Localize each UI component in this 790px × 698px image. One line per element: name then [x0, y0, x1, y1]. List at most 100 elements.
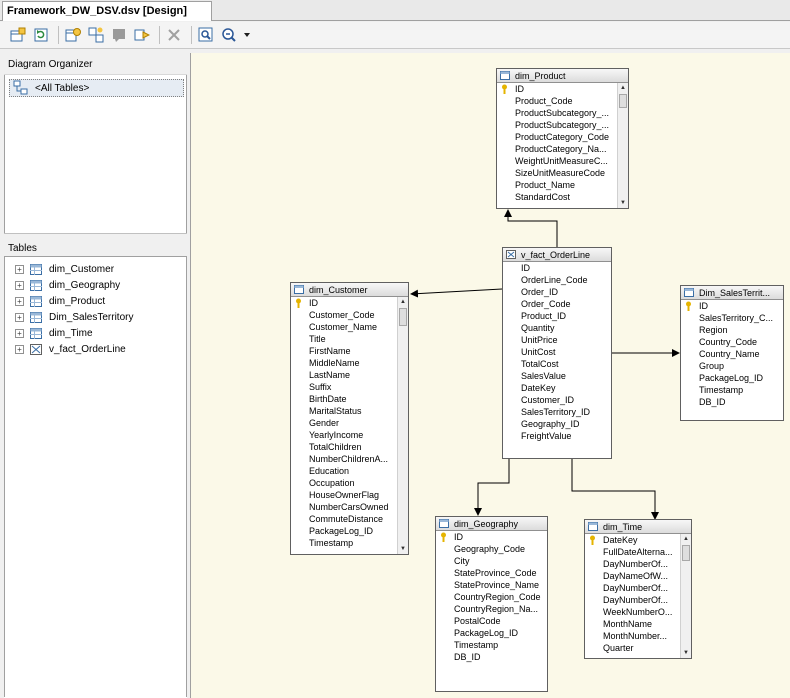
- column-row[interactable]: DayNameOfW...: [585, 570, 691, 582]
- column-row[interactable]: Product_Code: [497, 95, 628, 107]
- column-row[interactable]: PackageLog_ID: [681, 372, 783, 384]
- column-row[interactable]: YearlyIncome: [291, 429, 408, 441]
- column-row[interactable]: CommuteDistance: [291, 513, 408, 525]
- column-row[interactable]: ID: [436, 531, 547, 543]
- column-row[interactable]: ID: [503, 262, 611, 274]
- column-row[interactable]: SalesTerritory_C...: [681, 312, 783, 324]
- column-row[interactable]: FullDateAlterna...: [585, 546, 691, 558]
- column-row[interactable]: Geography_Code: [436, 543, 547, 555]
- column-row[interactable]: DayNumberOf...: [585, 558, 691, 570]
- add-remove-tables-icon[interactable]: [8, 25, 28, 45]
- column-row[interactable]: WeekNumberO...: [585, 606, 691, 618]
- diagram-item-all-tables[interactable]: <All Tables>: [9, 79, 184, 97]
- expand-icon[interactable]: +: [15, 264, 24, 274]
- delete-icon[interactable]: [164, 25, 184, 45]
- column-row[interactable]: DB_ID: [436, 651, 547, 663]
- table-title-bar[interactable]: dim_Geography: [436, 517, 547, 531]
- table-scrollbar[interactable]: ▲ ▼: [397, 297, 408, 554]
- zoom-icon[interactable]: [219, 25, 239, 45]
- column-row[interactable]: ProductSubcategory_...: [497, 107, 628, 119]
- column-row[interactable]: Group: [681, 360, 783, 372]
- refresh-icon[interactable]: [31, 25, 51, 45]
- column-row[interactable]: OrderLine_Code: [503, 274, 611, 286]
- expand-icon[interactable]: +: [15, 280, 24, 290]
- column-row[interactable]: SalesTerritory_ID: [503, 406, 611, 418]
- scroll-thumb[interactable]: [399, 308, 407, 326]
- column-row[interactable]: Country_Name: [681, 348, 783, 360]
- scroll-up-icon[interactable]: ▲: [398, 297, 408, 307]
- expand-icon[interactable]: +: [15, 328, 24, 338]
- column-row[interactable]: Quantity: [503, 322, 611, 334]
- new-relationship-icon[interactable]: [86, 25, 106, 45]
- table-title-bar[interactable]: v_fact_OrderLine: [503, 248, 611, 262]
- column-row[interactable]: HouseOwnerFlag: [291, 489, 408, 501]
- column-row[interactable]: CountryRegion_Code: [436, 591, 547, 603]
- column-row[interactable]: Customer_ID: [503, 394, 611, 406]
- table-box-dim-time[interactable]: dim_Time DateKey FullDateAlterna... DayN…: [584, 519, 692, 659]
- scroll-down-icon[interactable]: ▼: [681, 648, 691, 658]
- column-row[interactable]: Geography_ID: [503, 418, 611, 430]
- column-row[interactable]: PackageLog_ID: [291, 525, 408, 537]
- column-row[interactable]: ProductCategory_Na...: [497, 143, 628, 155]
- column-row[interactable]: StateProvince_Code: [436, 567, 547, 579]
- column-row[interactable]: LastName: [291, 369, 408, 381]
- table-box-dim-geography[interactable]: dim_Geography ID Geography_Code City Sta…: [435, 516, 548, 692]
- expand-icon[interactable]: +: [15, 312, 24, 322]
- tree-item-dim-customer[interactable]: + dim_Customer: [5, 261, 186, 277]
- column-row[interactable]: Timestamp: [291, 537, 408, 549]
- column-row[interactable]: NumberChildrenA...: [291, 453, 408, 465]
- column-row[interactable]: Gender: [291, 417, 408, 429]
- column-row[interactable]: TotalCost: [503, 358, 611, 370]
- table-box-dim-salesterritory[interactable]: Dim_SalesTerrit... ID SalesTerritory_C..…: [680, 285, 784, 421]
- expand-icon[interactable]: +: [15, 296, 24, 306]
- column-row[interactable]: Product_Name: [497, 179, 628, 191]
- table-box-dim-product[interactable]: dim_Product ID Product_Code ProductSubca…: [496, 68, 629, 209]
- column-row[interactable]: Order_ID: [503, 286, 611, 298]
- table-scrollbar[interactable]: ▲ ▼: [617, 83, 628, 208]
- column-row[interactable]: StandardCost: [497, 191, 628, 203]
- column-row[interactable]: Title: [291, 333, 408, 345]
- tree-item-dim-time[interactable]: + dim_Time: [5, 325, 186, 341]
- column-row[interactable]: Product_ID: [503, 310, 611, 322]
- diagram-canvas[interactable]: dim_Product ID Product_Code ProductSubca…: [190, 53, 790, 698]
- column-row[interactable]: FirstName: [291, 345, 408, 357]
- column-row[interactable]: SizeUnitMeasureCode: [497, 167, 628, 179]
- column-row[interactable]: BirthDate: [291, 393, 408, 405]
- tree-item-dim-salesterritory[interactable]: + Dim_SalesTerritory: [5, 309, 186, 325]
- scroll-thumb[interactable]: [682, 545, 690, 561]
- column-row[interactable]: City: [436, 555, 547, 567]
- column-row[interactable]: DayNumberOf...: [585, 582, 691, 594]
- document-tab[interactable]: Framework_DW_DSV.dsv [Design]: [2, 1, 212, 21]
- new-diagram-icon[interactable]: [109, 25, 129, 45]
- column-row[interactable]: Education: [291, 465, 408, 477]
- column-row[interactable]: Order_Code: [503, 298, 611, 310]
- column-row[interactable]: FreightValue: [503, 430, 611, 442]
- scroll-thumb[interactable]: [619, 94, 627, 108]
- dropdown-arrow-icon[interactable]: [242, 25, 252, 45]
- scroll-up-icon[interactable]: ▲: [681, 534, 691, 544]
- table-title-bar[interactable]: Dim_SalesTerrit...: [681, 286, 783, 300]
- column-row[interactable]: ID: [681, 300, 783, 312]
- scroll-up-icon[interactable]: ▲: [618, 83, 628, 93]
- column-row[interactable]: Timestamp: [436, 639, 547, 651]
- column-row[interactable]: Customer_Name: [291, 321, 408, 333]
- column-row[interactable]: MonthNumber...: [585, 630, 691, 642]
- tree-item-dim-geography[interactable]: + dim_Geography: [5, 277, 186, 293]
- column-row[interactable]: DateKey: [585, 534, 691, 546]
- column-row[interactable]: Suffix: [291, 381, 408, 393]
- column-row[interactable]: Customer_Code: [291, 309, 408, 321]
- column-row[interactable]: StateProvince_Name: [436, 579, 547, 591]
- table-title-bar[interactable]: dim_Customer: [291, 283, 408, 297]
- column-row[interactable]: MiddleName: [291, 357, 408, 369]
- new-named-query-icon[interactable]: [63, 25, 83, 45]
- table-box-dim-customer[interactable]: dim_Customer ID Customer_Code Customer_N…: [290, 282, 409, 555]
- column-row[interactable]: ProductCategory_Code: [497, 131, 628, 143]
- column-row[interactable]: Quarter: [585, 642, 691, 654]
- column-row[interactable]: ID: [291, 297, 408, 309]
- column-row[interactable]: ID: [497, 83, 628, 95]
- column-row[interactable]: Occupation: [291, 477, 408, 489]
- table-title-bar[interactable]: dim_Time: [585, 520, 691, 534]
- table-scrollbar[interactable]: ▲ ▼: [680, 534, 691, 658]
- column-row[interactable]: MonthName: [585, 618, 691, 630]
- tree-item-dim-product[interactable]: + dim_Product: [5, 293, 186, 309]
